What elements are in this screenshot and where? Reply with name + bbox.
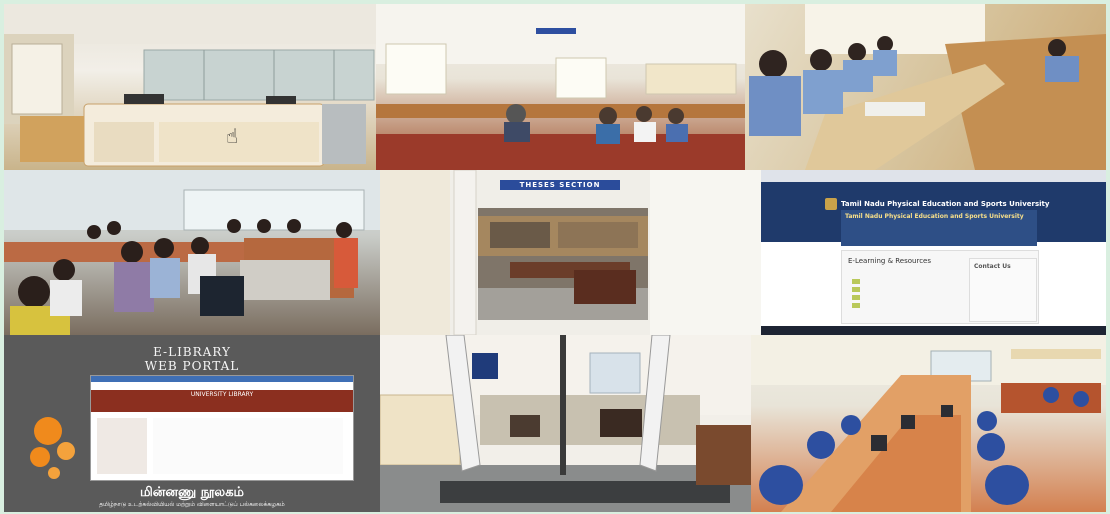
browser-tab-bar <box>761 170 1106 182</box>
portal-screenshot: UNIVERSITY LIBRARY <box>90 375 354 481</box>
photo-students-reading <box>745 4 1106 170</box>
university-logo <box>825 198 837 210</box>
website-banner: Tamil Nadu Physical Education and Sports… <box>841 210 1037 246</box>
tamil-library-title: மின்னணு நூலகம் <box>140 485 244 500</box>
banner-title: Tamil Nadu Physical Education and Sports… <box>845 213 1024 220</box>
portal-sidebar <box>97 418 147 474</box>
thesis-section-illustration <box>380 170 761 335</box>
hand-cursor-icon: ☝ <box>226 124 239 148</box>
e-library-title: E-LIBRARY <box>153 345 231 359</box>
photo-security-gates <box>380 335 751 512</box>
photo-reading-hall <box>376 4 745 170</box>
website-title: Tamil Nadu Physical Education and Sports… <box>841 200 1050 208</box>
contact-panel: Contact Us <box>969 258 1037 322</box>
list-bullet-icon <box>852 303 860 308</box>
windows-taskbar <box>761 326 1106 335</box>
resources-card-title: E-Learning & Resources <box>848 257 931 265</box>
photo-computer-lab <box>751 335 1106 512</box>
computer-lab-illustration <box>751 335 1106 512</box>
portal-content <box>153 418 343 474</box>
tamil-university-name: தமிழ்நாடு உடற்கல்வியியல் மற்றும் விளையாட… <box>99 501 285 508</box>
web-portal-title: WEB PORTAL <box>144 359 240 373</box>
circulation-desk-illustration <box>4 4 376 167</box>
portal-header: UNIVERSITY LIBRARY <box>91 390 353 412</box>
screenshot-library-website: Tamil Nadu Physical Education and Sports… <box>761 170 1106 335</box>
list-bullet-icon <box>852 287 860 292</box>
portal-browser-bar <box>91 376 353 382</box>
portal-header-title: UNIVERSITY LIBRARY <box>190 391 254 398</box>
orientation-session-illustration <box>4 170 380 335</box>
thesis-section-sign: THESES SECTION <box>500 180 620 190</box>
orange-circles-decoration <box>30 417 75 479</box>
photo-circulation-desk: ☝ <box>4 4 376 170</box>
photo-thesis-section: THESES SECTION <box>380 170 761 335</box>
students-reading-illustration <box>749 4 1106 170</box>
list-bullet-icon <box>852 279 860 284</box>
photo-orientation-session <box>4 170 380 335</box>
reading-hall-illustration <box>376 4 745 170</box>
list-bullet-icon <box>852 295 860 300</box>
poster-e-library-portal: E-LIBRARY WEB PORTAL UNIVERSITY LIBRARY … <box>4 335 380 512</box>
contact-title: Contact Us <box>974 263 1011 270</box>
security-gates-illustration <box>380 335 751 512</box>
